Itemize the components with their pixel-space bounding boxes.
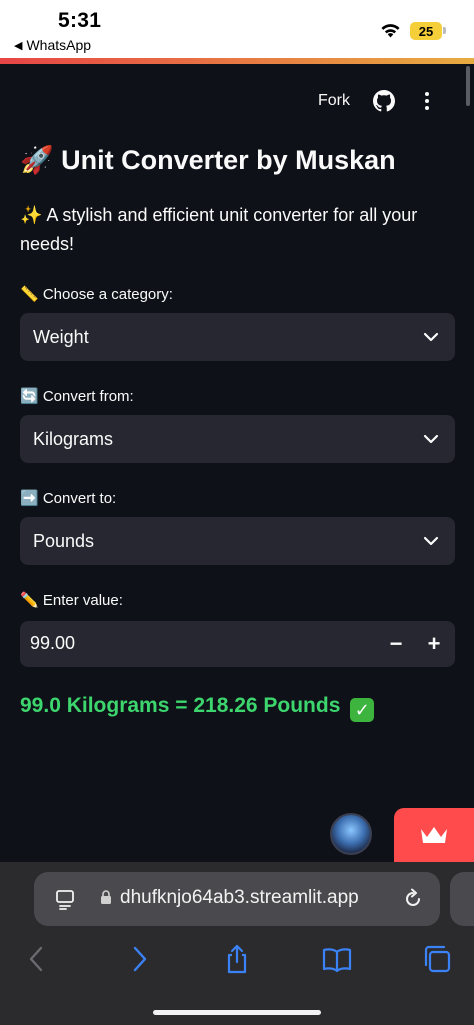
manage-app-button[interactable] <box>394 808 474 863</box>
url-text[interactable]: dhufknjo64ab3.streamlit.app <box>120 887 359 909</box>
address-bar[interactable]: dhufknjo64ab3.streamlit.app <box>34 872 440 926</box>
chevron-down-icon <box>423 332 439 342</box>
tabs-icon[interactable] <box>422 944 452 974</box>
category-select-value: Weight <box>33 327 89 347</box>
bookmarks-icon[interactable] <box>322 944 352 974</box>
chevron-down-icon <box>423 434 439 444</box>
fork-button[interactable]: Fork <box>318 92 350 110</box>
next-tab-address-bar[interactable] <box>450 872 474 926</box>
lock-icon <box>101 890 111 904</box>
back-triangle-icon: ◀ <box>14 39 23 52</box>
status-time: 5:31 <box>58 9 102 32</box>
page-scrollbar[interactable] <box>466 66 470 106</box>
check-mark-icon: ✓ <box>350 698 375 722</box>
decrement-button[interactable]: − <box>377 621 415 667</box>
safari-toolbar: dhufknjo64ab3.streamlit.app <box>0 862 474 1025</box>
category-select[interactable]: Weight <box>20 313 455 361</box>
back-to-app-link[interactable]: ◀ WhatsApp <box>14 37 91 53</box>
value-number-input[interactable]: 99.00 − + <box>20 621 455 667</box>
reload-icon[interactable] <box>402 888 424 910</box>
conversion-result-text: 99.0 Kilograms = 218.26 Pounds <box>20 694 341 717</box>
convert-to-select-value: Pounds <box>33 531 95 551</box>
home-indicator[interactable] <box>153 1010 321 1015</box>
github-icon[interactable] <box>373 90 395 112</box>
crown-icon <box>421 827 447 843</box>
more-vertical-icon[interactable] <box>418 90 436 112</box>
reader-mode-icon[interactable] <box>54 888 76 910</box>
convert-from-label: 🔄 Convert from: <box>20 388 134 405</box>
status-bar: 5:31 ◀ WhatsApp 25 <box>0 0 474 58</box>
convert-to-label: ➡️ Convert to: <box>20 490 117 507</box>
share-icon[interactable] <box>222 944 252 974</box>
back-app-label: WhatsApp <box>26 37 92 53</box>
back-arrow-icon[interactable] <box>22 944 52 974</box>
convert-from-select[interactable]: Kilograms <box>20 415 455 463</box>
chevron-down-icon <box>423 536 439 546</box>
streamlit-top-decoration <box>0 58 474 64</box>
wifi-icon <box>381 24 400 38</box>
page-title: 🚀 Unit Converter by Muskan <box>20 145 396 175</box>
category-label: 📏 Choose a category: <box>20 286 173 303</box>
forward-arrow-icon[interactable] <box>124 944 154 974</box>
enter-value-label: ✏️ Enter value: <box>20 592 123 609</box>
increment-button[interactable]: + <box>415 621 453 667</box>
conversion-result: 99.0 Kilograms = 218.26 Pounds ✓ <box>20 694 375 722</box>
convert-from-select-value: Kilograms <box>33 429 114 449</box>
creator-avatar[interactable] <box>330 813 372 855</box>
page-subtitle: ✨ A stylish and efficient unit converter… <box>20 205 418 254</box>
convert-to-select[interactable]: Pounds <box>20 517 455 565</box>
battery-indicator: 25 <box>410 22 442 40</box>
value-input-text[interactable]: 99.00 <box>30 633 75 654</box>
battery-tip <box>443 27 446 34</box>
